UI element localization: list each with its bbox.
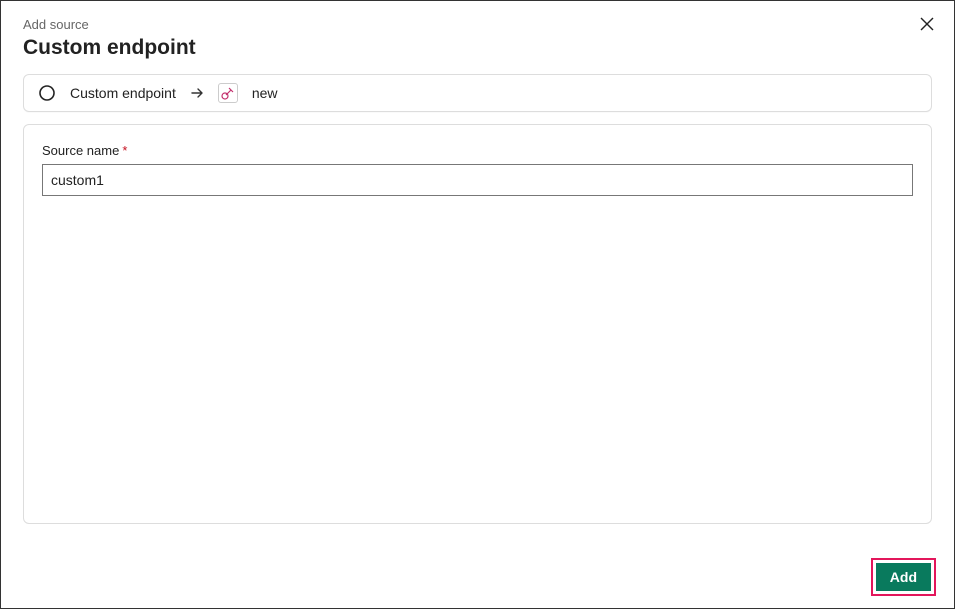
add-button-highlight: Add — [871, 558, 936, 596]
endpoint-type-icon — [218, 83, 238, 103]
breadcrumb-step1[interactable]: Custom endpoint — [70, 85, 176, 101]
form-card: Source name * — [23, 124, 932, 524]
footer-actions: Add — [871, 558, 936, 596]
breadcrumb: Custom endpoint new — [23, 74, 932, 112]
page-title: Custom endpoint — [23, 36, 932, 60]
source-name-label: Source name * — [42, 143, 913, 158]
source-name-input[interactable] — [42, 164, 913, 196]
arrow-right-icon — [190, 86, 204, 100]
context-label: Add source — [23, 17, 932, 32]
source-name-label-text: Source name — [42, 143, 119, 158]
breadcrumb-step2[interactable]: new — [252, 85, 278, 101]
add-button[interactable]: Add — [876, 563, 931, 591]
close-icon[interactable] — [916, 13, 938, 35]
required-indicator: * — [122, 143, 127, 158]
circle-icon — [38, 84, 56, 102]
